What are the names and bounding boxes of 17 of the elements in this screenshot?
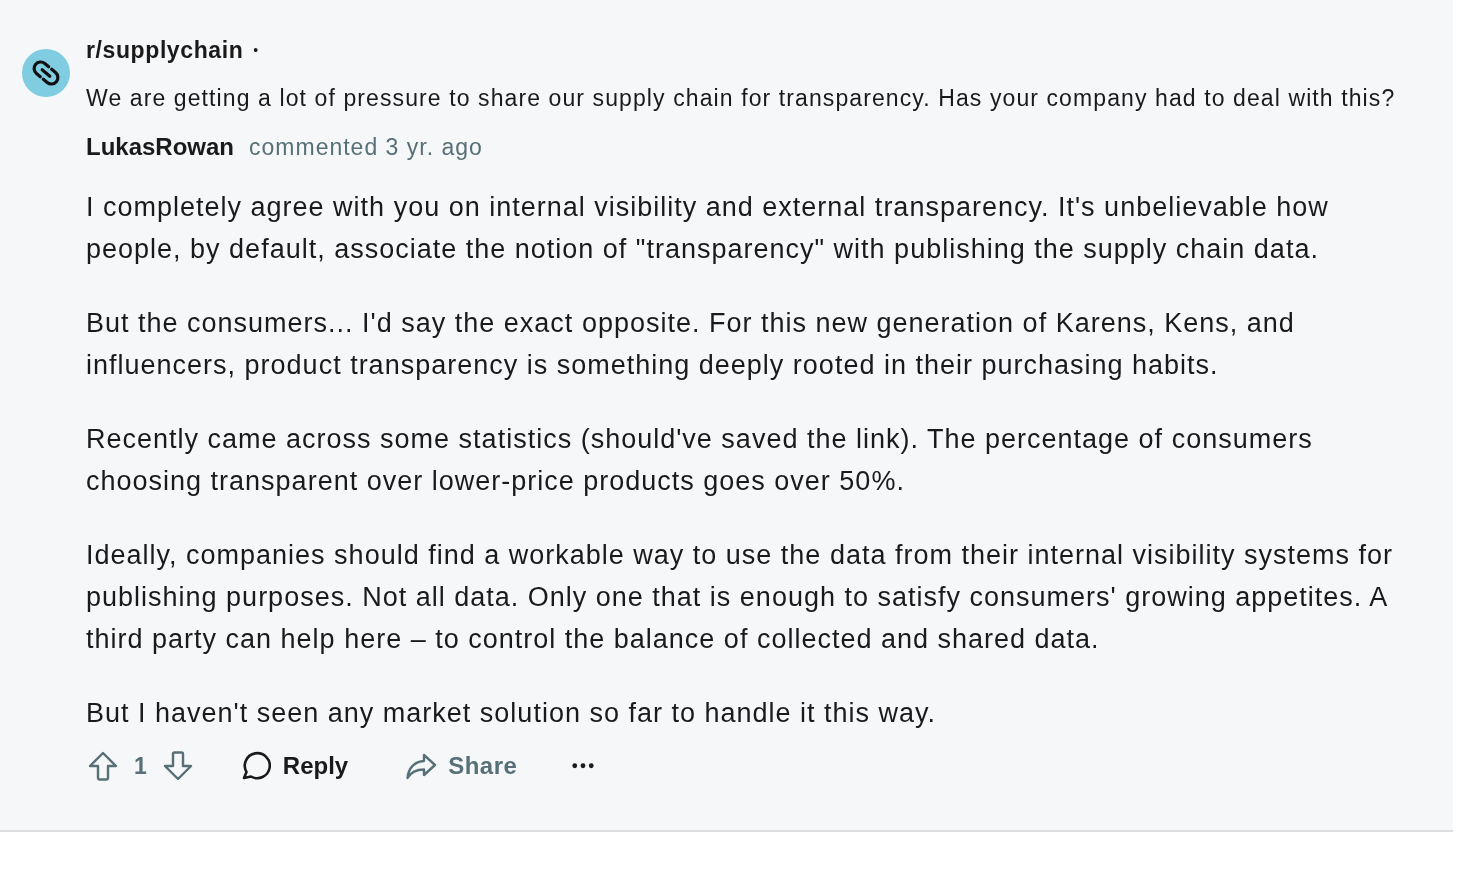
comment-paragraph: But the consumers... I'd say the exact opposite. For this new generation of Karens, Kens, and influencers, product transparency is something deeply rooted in their purchasing habits.	[86, 307, 1296, 382]
comment-author[interactable]: LukasRowan	[86, 129, 235, 165]
comment-paragraph: Recently came across some statistics (should've saved the link). The percentage of consumers choosing transparent over lower-price products goes over 50%.	[86, 423, 1314, 498]
downvote-arrow-icon	[161, 750, 194, 782]
chain-link-icon	[22, 49, 70, 97]
subreddit-name[interactable]: r/supplychain	[86, 32, 244, 68]
comment-paragraph: I completely agree with you on internal visibility and external transparency. It's unbelievable how people, by default, associate the notion of "transparency" with publishing the supply chain data.	[86, 191, 1330, 266]
comment-paragraph: But I haven't seen any market solution so far to handle it this way.	[86, 697, 938, 730]
separator-dot: •	[253, 40, 259, 60]
vote-count: 1	[134, 751, 147, 781]
comment-paragraph: Ideally, companies should find a workable way to use the data from their internal visibility systems for publishing purposes. Not all data. Only one that is enough to satisfy consumers' growing appetites. A third party can help here – to control the balance of collected and shared data.	[86, 539, 1395, 656]
post-title[interactable]: We are getting a lot of pressure to share our supply chain for transparency. Has your company had to deal with this?	[86, 80, 1396, 116]
more-options-icon	[572, 763, 595, 769]
upvote-arrow-icon	[87, 750, 119, 782]
comment-timestamp: commented 3 yr. ago	[249, 132, 483, 162]
share-button[interactable]: Share	[405, 746, 518, 786]
reply-button[interactable]: Reply	[238, 746, 349, 786]
